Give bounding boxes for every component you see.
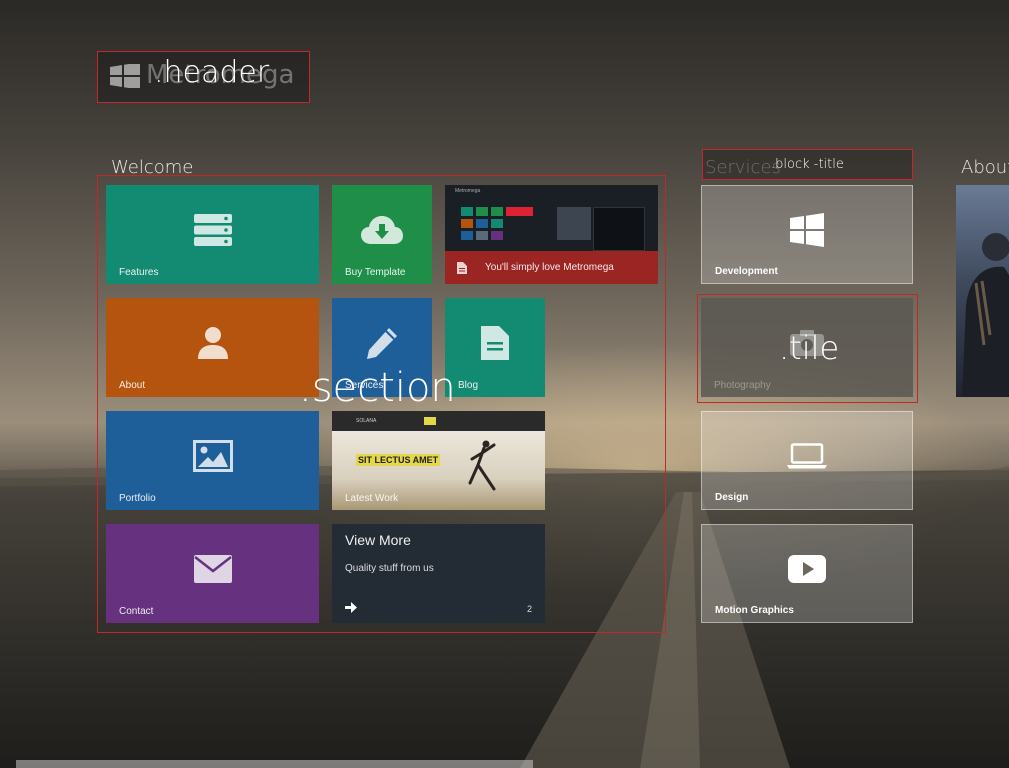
tile-motion-graphics[interactable]: Motion Graphics [701,524,913,623]
about-title: About [961,157,1009,178]
tile-portfolio[interactable]: Portfolio [106,411,319,510]
view-more-subtitle: Quality stuff from us [345,563,434,574]
document-icon [481,325,509,360]
user-icon [197,326,228,359]
block-title-overlay-label: .block -title [771,157,844,172]
tile-development[interactable]: Development [701,185,913,284]
tile-buy-template-label: Buy Template [345,267,406,278]
person-photo [962,233,1009,397]
video-play-icon [788,554,826,583]
latest-work-headline: SIT LECTUS AMET [356,454,441,466]
tile-features[interactable]: Features [106,185,319,284]
tile-motion-graphics-label: Motion Graphics [715,605,794,616]
promo-mini-tiles [461,207,551,247]
tile-portfolio-label: Portfolio [119,493,156,504]
tile-buy-template[interactable]: Buy Template [332,185,432,284]
tile-development-label: Development [715,266,778,277]
cloud-download-icon [361,215,403,244]
view-more-count: 2 [526,604,532,614]
pencil-icon [367,327,397,359]
tile-promo-label: You'll simply love Metromega [485,262,614,273]
tile-blog-label: Blog [458,380,479,391]
tile-overlay-label: .tile [779,329,840,367]
laptop-icon [787,442,827,469]
tile-design[interactable]: Design [701,411,913,510]
tile-promo[interactable]: Metromega You'll simply love Metromega [445,185,658,284]
tile-latest-work[interactable]: SOLANA SIT LECTUS AMET Latest Work [332,411,545,510]
view-more-title: View More [345,532,411,548]
envelope-icon [193,554,232,583]
latest-work-navbar: SOLANA [332,411,545,431]
document-icon [457,262,467,274]
windows-icon [790,212,824,247]
horizontal-scrollbar[interactable] [16,760,533,768]
windows-logo-icon [110,64,140,88]
tile-blog[interactable]: Blog [445,298,545,397]
tile-photography-label: Photography [714,380,771,391]
tile-latest-work-label: Latest Work [345,493,399,504]
about-photo-tile[interactable] [956,185,1009,397]
tile-view-more[interactable]: View More Quality stuff from us 2 [332,524,545,623]
tile-features-label: Features [119,267,159,278]
header-overlay-label: .header [154,55,270,90]
tile-contact[interactable]: Contact [106,524,319,623]
tile-contact-label: Contact [119,606,154,617]
runner-figure [468,440,496,491]
tile-about[interactable]: About [106,298,319,397]
server-icon [193,213,232,246]
promo-caption: Metromega [455,188,481,194]
promo-screenshot: Metromega [445,185,658,251]
section-overlay-label: .section [299,365,456,411]
image-icon [192,439,233,472]
tile-design-label: Design [715,492,749,503]
latest-work-brand: SOLANA [356,418,377,424]
arrow-right-icon [345,602,357,613]
tile-about-label: About [119,380,146,391]
